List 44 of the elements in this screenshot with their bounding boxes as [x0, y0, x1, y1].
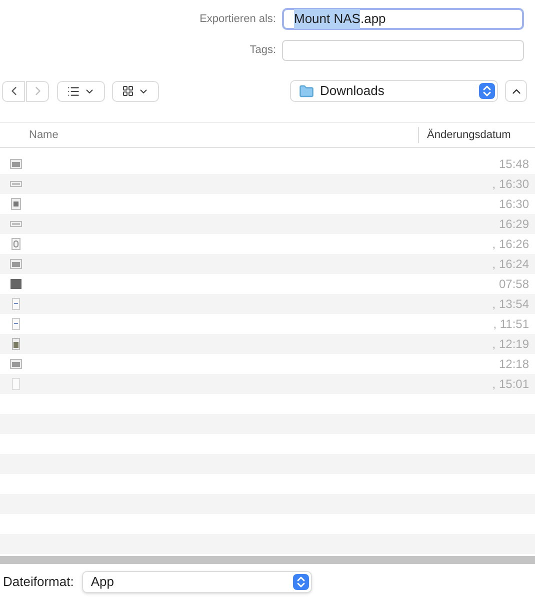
document-icon	[10, 318, 22, 330]
location-popup[interactable]: Downloads	[290, 80, 498, 102]
scroll-bar[interactable]	[0, 556, 535, 564]
folder-icon	[299, 84, 314, 98]
field-label: Dateiformat:	[3, 572, 74, 591]
file-icon	[10, 178, 22, 190]
file-icon	[10, 198, 22, 210]
date-cell-text: , 15:01	[492, 376, 530, 393]
date-cell-text: 16:29	[498, 216, 530, 233]
stepper-icon	[292, 574, 309, 590]
filename-field[interactable]: Mount NAS.app	[282, 8, 524, 30]
date-cell-text: , 16:24	[492, 256, 530, 273]
date-cell-text: , 16:26	[492, 236, 530, 253]
image-file-icon	[10, 338, 22, 350]
date-cell-text: , 16:30	[492, 176, 530, 193]
date-cell-text: , 11:51	[493, 316, 530, 333]
collapse-button[interactable]	[505, 80, 527, 102]
date-cell-text: 16:30	[498, 196, 530, 213]
file-icon	[10, 238, 22, 250]
stepper-icon	[479, 83, 495, 99]
document-icon	[10, 378, 22, 390]
format-popup[interactable]: App	[82, 570, 312, 592]
column-header[interactable]: Name	[0, 126, 418, 144]
date-cell-text: 07:58	[498, 276, 530, 293]
image-file-icon	[10, 258, 22, 270]
date-cell-text: , 13:54	[492, 296, 530, 313]
document-icon	[10, 298, 22, 310]
file-icon	[10, 218, 22, 230]
tags-field[interactable]	[282, 40, 524, 61]
forward-button[interactable]	[26, 80, 49, 102]
field-label: Tags:	[248, 43, 277, 58]
grid-view-button[interactable]	[112, 80, 159, 102]
image-file-icon	[10, 158, 22, 170]
list-icon	[67, 84, 80, 98]
date-cell-text: 12:18	[498, 356, 530, 373]
back-button[interactable]	[2, 80, 25, 102]
date-cell-text: , 12:19	[492, 336, 530, 353]
image-file-icon	[10, 358, 22, 370]
grid-icon	[122, 85, 134, 97]
column-header[interactable]: Änderungsdatum	[418, 126, 535, 144]
list-view-button[interactable]	[57, 80, 105, 102]
date-cell-text: 15:48	[498, 156, 530, 173]
file-icon	[10, 278, 22, 290]
field-label: Exportieren als:	[198, 12, 277, 27]
